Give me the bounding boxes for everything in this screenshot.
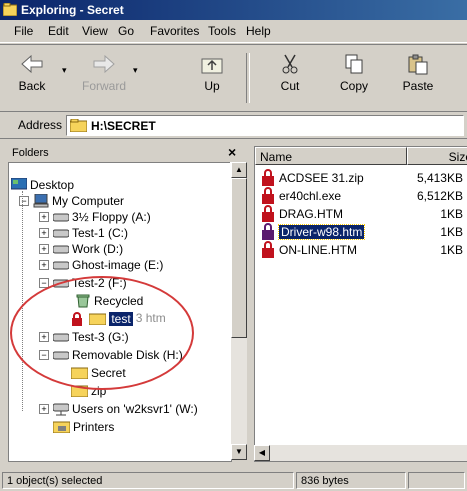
address-label: Address [18,118,63,132]
tree-item-test-1[interactable]: + Test-1 (C:) [39,225,128,241]
file-row[interactable]: er40chl.exe 6,512KB [259,187,464,205]
pane-splitter[interactable] [248,140,253,470]
printers-folder-icon [53,421,70,434]
tree-item-my-computer[interactable]: − My Computer [19,193,124,209]
toolbar: Back ▾ Forward ▾ Up Cut Copy Paste [0,44,467,112]
menu-go[interactable]: Go [118,24,134,38]
back-dropdown-icon[interactable]: ▾ [62,65,67,76]
explorer-window-icon [3,3,17,16]
tree-item-floppy[interactable]: + 3½ Floppy (A:) [39,209,151,225]
tree-item-work[interactable]: + Work (D:) [39,241,123,257]
tree-guide-line [22,191,23,411]
paste-button[interactable]: Paste [392,51,444,107]
lock-icon [262,205,274,222]
back-label: Back [18,79,46,93]
file-row[interactable]: ON-LINE.HTM 1KB [259,241,464,259]
file-row-selected[interactable]: Driver-w98.htm 1KB [259,223,464,241]
menu-help[interactable]: Help [246,24,271,38]
expand-icon[interactable]: + [39,244,49,254]
address-input[interactable]: H:\SECRET [66,115,464,136]
scroll-thumb[interactable] [231,178,247,338]
cut-button[interactable]: Cut [264,51,316,107]
scroll-left-icon[interactable]: ◀ [254,445,270,461]
menu-view[interactable]: View [82,24,108,38]
forward-label: Forward [81,79,126,93]
folders-close-icon[interactable]: × [228,144,236,160]
menu-edit[interactable]: Edit [48,24,69,38]
expand-icon[interactable]: + [39,260,49,270]
computer-icon [33,193,49,208]
up-label: Up [204,79,220,93]
back-button[interactable]: Back [6,51,58,107]
forward-arrow-icon [93,54,115,74]
paste-label: Paste [402,79,434,93]
scissors-icon [282,54,298,74]
column-header-size[interactable]: Size [407,147,467,165]
status-bytes: 836 bytes [296,472,406,489]
floppy-drive-icon [53,213,69,222]
scroll-up-icon[interactable]: ▲ [231,162,247,178]
file-list[interactable]: Name Size ACDSEE 31.zip 5,413KB er40chl.… [254,146,467,462]
menu-file[interactable]: File [14,24,33,38]
address-bar: Address H:\SECRET [0,112,467,139]
folders-pane-header: Folders × [0,140,248,162]
hard-drive-icon [53,229,69,238]
folder-tree-scrollbar[interactable]: ▲ ▼ [230,162,247,460]
tree-item-ghost-image[interactable]: + Ghost-image (E:) [39,257,163,273]
lock-icon [262,169,274,186]
hard-drive-icon [53,245,69,254]
status-extra [408,472,465,489]
column-header-name[interactable]: Name [255,147,407,165]
copy-label: Copy [339,79,368,93]
scroll-down-icon[interactable]: ▼ [231,444,247,460]
expand-icon[interactable]: + [39,228,49,238]
folders-title: Folders [12,147,49,159]
status-bar: 1 object(s) selected 836 bytes [0,470,467,491]
menu-tools[interactable]: Tools [208,24,236,38]
tree-item-desktop[interactable]: Desktop [11,177,74,193]
toolbar-separator [246,53,250,103]
address-value: H:\SECRET [91,119,156,133]
forward-button[interactable]: Forward [78,51,130,107]
hard-drive-icon [53,261,69,270]
folder-icon [70,119,87,132]
status-selection: 1 object(s) selected [2,472,294,489]
lock-icon [262,241,274,258]
file-list-hscrollbar[interactable]: ◀ [254,445,467,461]
file-row[interactable]: ACDSEE 31.zip 5,413KB [259,169,464,187]
expand-icon[interactable]: + [39,404,49,414]
cut-label: Cut [280,79,300,93]
highlight-circle [10,276,194,390]
expand-icon[interactable]: + [39,212,49,222]
network-drive-icon [53,403,69,416]
menu-favorites[interactable]: Favorites [150,24,199,38]
copy-button[interactable]: Copy [328,51,380,107]
tree-item-network-drive[interactable]: + Users on 'w2ksvr1' (W:) [39,401,198,417]
lock-icon [262,187,274,204]
forward-dropdown-icon[interactable]: ▾ [133,65,138,76]
collapse-icon[interactable]: − [19,196,29,206]
window-title: Exploring - Secret [21,3,124,17]
file-row[interactable]: DRAG.HTM 1KB [259,205,464,223]
menu-bar: File Edit View Go Favorites Tools Help [0,20,467,43]
desktop-icon [11,177,27,190]
lock-icon [262,223,274,240]
tree-item-printers[interactable]: Printers [53,419,114,435]
title-bar[interactable]: Exploring - Secret [0,0,467,20]
up-folder-icon [201,58,223,74]
paste-icon [408,54,428,75]
back-arrow-icon [21,54,43,74]
copy-icon [345,54,363,74]
up-button[interactable]: Up [186,51,238,107]
